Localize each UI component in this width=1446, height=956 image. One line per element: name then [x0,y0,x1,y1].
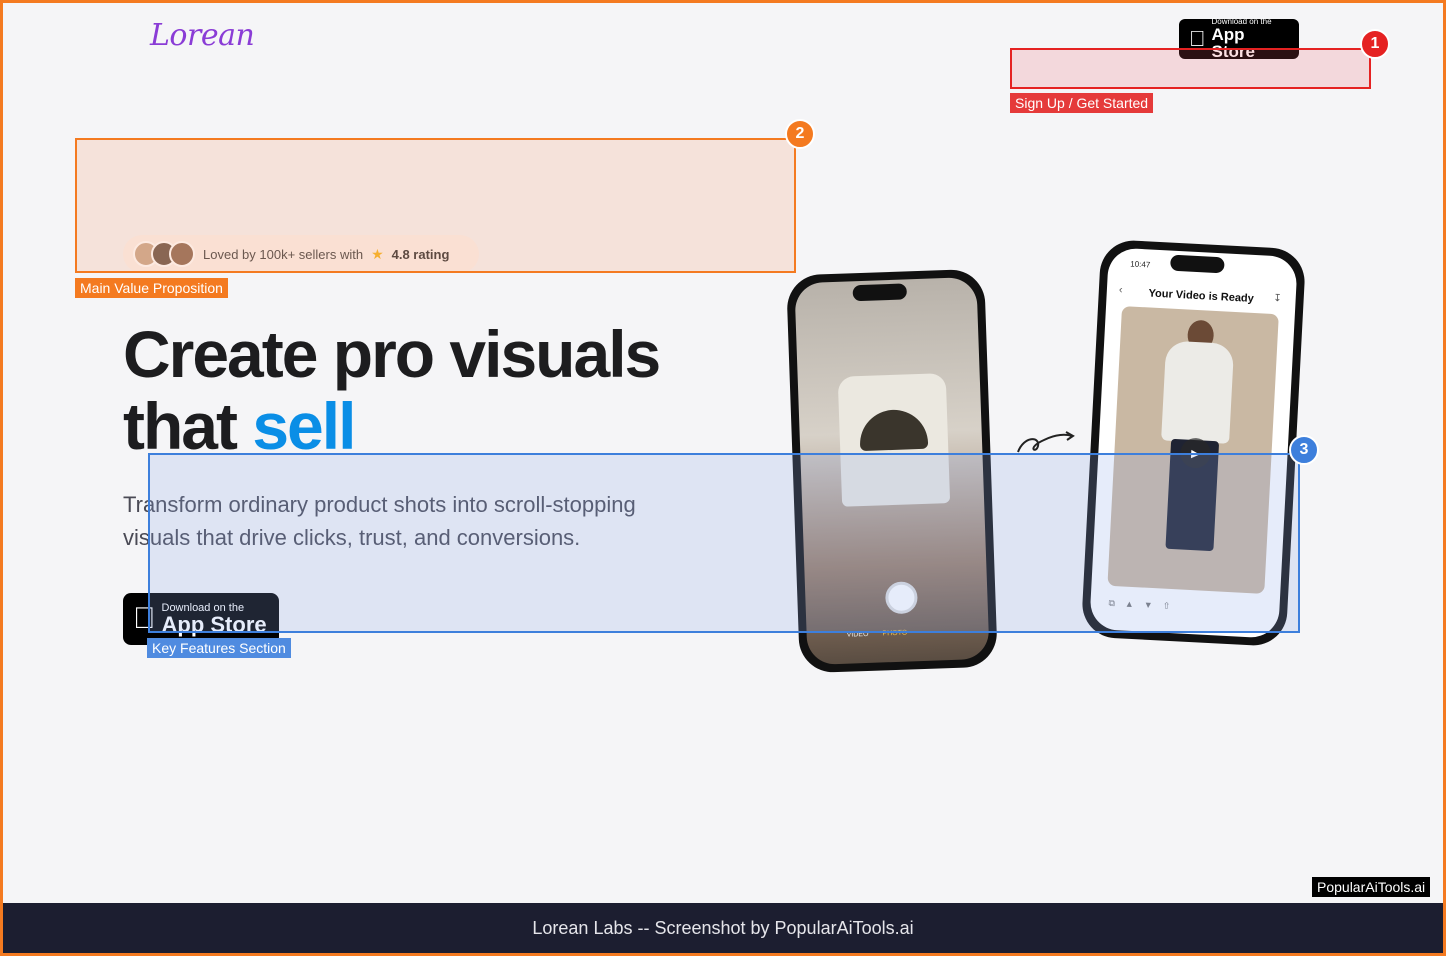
headline-accent: sell [252,389,356,463]
headline-line-2: that sell [123,390,659,462]
watermark: PopularAiTools.ai [1312,877,1431,897]
curved-arrow-icon [1017,431,1075,453]
annotation-label-value-proposition: Main Value Proposition [75,278,228,298]
status-time: 10:47 [1130,259,1151,270]
annotation-box-value-proposition [75,138,796,273]
annotation-label-sign-up: Sign Up / Get Started [1010,93,1154,113]
annotation-badge-2: 2 [785,119,815,149]
model-sweatshirt [1161,340,1235,444]
video-ready-title: Your Video is Ready [1148,287,1255,305]
hero-headline: Create pro visuals that sell [123,317,661,462]
phone-notch [852,283,908,302]
apple-icon:  [1189,28,1206,50]
annotation-box-sign-up [1010,48,1371,89]
footer-caption: Lorean Labs -- Screenshot by PopularAiTo… [3,903,1443,953]
annotation-badge-1: 1 [1360,29,1390,59]
phone-notch [1169,254,1225,274]
download-icon: ↧ [1272,292,1282,305]
annotation-box-key-features [148,453,1300,633]
headline-prefix: that [123,389,253,463]
headline-line-1: Create pro visuals [123,317,661,391]
lorean-logo[interactable]: Lorean [150,18,255,53]
annotation-label-key-features: Key Features Section [147,638,291,658]
annotation-badge-3: 3 [1289,435,1319,465]
